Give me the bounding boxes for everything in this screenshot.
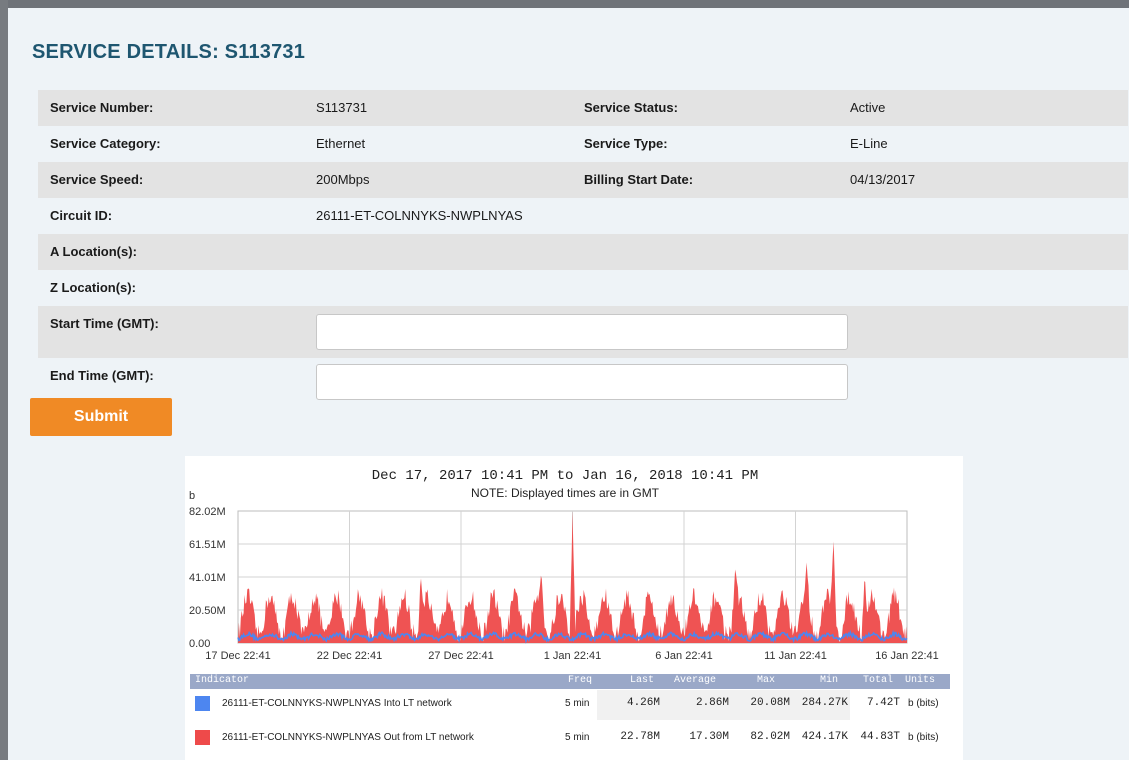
- page-title: SERVICE DETAILS: S113731: [32, 41, 306, 63]
- service-status-label: Service Status:: [584, 100, 678, 115]
- details-row: Service Number: S113731 Service Status: …: [38, 90, 1128, 126]
- x-tick-label: 27 Dec 22:41: [428, 650, 493, 662]
- legend-col-last: Last: [630, 675, 655, 686]
- legend-max: 20.08M: [750, 697, 790, 709]
- legend-col-total: Total: [863, 675, 894, 686]
- legend-row: 26111-ET-COLNNYKS-NWPLNYAS Out from LT n…: [190, 724, 950, 754]
- y-tick-label: 20.50M: [189, 605, 226, 617]
- legend-col-indicator: Indicator: [195, 675, 250, 686]
- legend-max: 82.02M: [750, 731, 790, 743]
- service-number-label: Service Number:: [50, 100, 154, 115]
- legend-freq: 5 min: [565, 732, 590, 743]
- start-time-input[interactable]: [316, 314, 848, 350]
- legend-series-name: 26111-ET-COLNNYKS-NWPLNYAS Into LT netwo…: [222, 698, 452, 709]
- details-row: Service Category: Ethernet Service Type:…: [38, 126, 1128, 162]
- end-time-input[interactable]: [316, 364, 848, 400]
- details-row: A Location(s):: [38, 234, 1128, 270]
- start-time-row: Start Time (GMT):: [38, 306, 1128, 358]
- a-location-label: A Location(s):: [50, 244, 137, 259]
- legend-col-min: Min: [820, 675, 839, 686]
- x-tick-label: 6 Jan 22:41: [655, 650, 713, 662]
- service-category-value: Ethernet: [316, 136, 366, 151]
- submit-button[interactable]: Submit: [30, 398, 172, 436]
- service-type-value: E-Line: [850, 136, 888, 151]
- service-status-value: Active: [850, 100, 886, 115]
- window-left-border: [0, 0, 8, 760]
- billing-start-date-value: 04/13/2017: [850, 172, 916, 187]
- legend-units: b (bits): [908, 732, 939, 743]
- legend-total: 44.83T: [860, 731, 900, 743]
- legend-swatch-out: [195, 730, 210, 745]
- legend-freq: 5 min: [565, 698, 590, 709]
- y-tick-label: 41.01M: [189, 572, 226, 584]
- legend-row: 26111-ET-COLNNYKS-NWPLNYAS Into LT netwo…: [190, 690, 950, 720]
- legend-col-max: Max: [757, 675, 776, 686]
- legend-last: 4.26M: [626, 697, 660, 709]
- service-type-label: Service Type:: [584, 136, 668, 151]
- circuit-id-label: Circuit ID:: [50, 208, 113, 223]
- x-tick-label: 11 Jan 22:41: [764, 650, 827, 662]
- legend-swatch-in: [195, 696, 210, 711]
- legend-units: b (bits): [908, 698, 939, 709]
- legend-col-units: Units: [905, 675, 936, 686]
- legend-last: 22.78M: [620, 731, 660, 743]
- end-time-label: End Time (GMT):: [50, 368, 154, 383]
- x-tick-label: 17 Dec 22:41: [205, 650, 270, 662]
- billing-start-date-label: Billing Start Date:: [584, 172, 694, 187]
- service-details-table: Service Number: S113731 Service Status: …: [38, 90, 1128, 410]
- traffic-chart-svg: Dec 17, 2017 10:41 PM to Jan 16, 2018 10…: [189, 468, 939, 662]
- legend-col-average: Average: [674, 675, 717, 686]
- legend-header: Indicator Freq Last Average Max Min Tota…: [190, 674, 950, 689]
- traffic-chart: Dec 17, 2017 10:41 PM to Jan 16, 2018 10…: [185, 456, 963, 760]
- service-speed-label: Service Speed:: [50, 172, 144, 187]
- service-category-label: Service Category:: [50, 136, 161, 151]
- service-speed-value: 200Mbps: [316, 172, 370, 187]
- y-tick-label: 82.02M: [189, 506, 226, 518]
- x-tick-label: 22 Dec 22:41: [317, 650, 382, 662]
- legend-min: 284.27K: [801, 697, 848, 709]
- x-tick-label: 1 Jan 22:41: [544, 650, 602, 662]
- legend-col-freq: Freq: [568, 675, 593, 686]
- legend-min: 424.17K: [801, 731, 848, 743]
- z-location-label: Z Location(s):: [50, 280, 136, 295]
- circuit-id-value: 26111-ET-COLNNYKS-NWPLNYAS: [316, 208, 523, 223]
- details-row: Service Speed: 200Mbps Billing Start Dat…: [38, 162, 1128, 198]
- legend-series-name: 26111-ET-COLNNYKS-NWPLNYAS Out from LT n…: [222, 732, 474, 743]
- end-time-row: End Time (GMT):: [38, 358, 1128, 410]
- start-time-label: Start Time (GMT):: [50, 316, 159, 331]
- x-tick-label: 16 Jan 22:41: [875, 650, 939, 662]
- chart-title: Dec 17, 2017 10:41 PM to Jan 16, 2018 10…: [372, 468, 758, 484]
- chart-subtitle: NOTE: Displayed times are in GMT: [471, 486, 660, 500]
- legend-average: 17.30M: [689, 731, 729, 743]
- y-tick-label: 0.00: [189, 638, 210, 650]
- window-top-border: [0, 0, 1129, 8]
- details-row: Circuit ID: 26111-ET-COLNNYKS-NWPLNYAS: [38, 198, 1128, 234]
- details-row: Z Location(s):: [38, 270, 1128, 306]
- service-number-value: S113731: [316, 100, 368, 115]
- legend-average: 2.86M: [695, 697, 729, 709]
- legend-total: 7.42T: [866, 697, 900, 709]
- y-axis-unit-label: b: [189, 490, 195, 502]
- y-tick-label: 61.51M: [189, 539, 226, 551]
